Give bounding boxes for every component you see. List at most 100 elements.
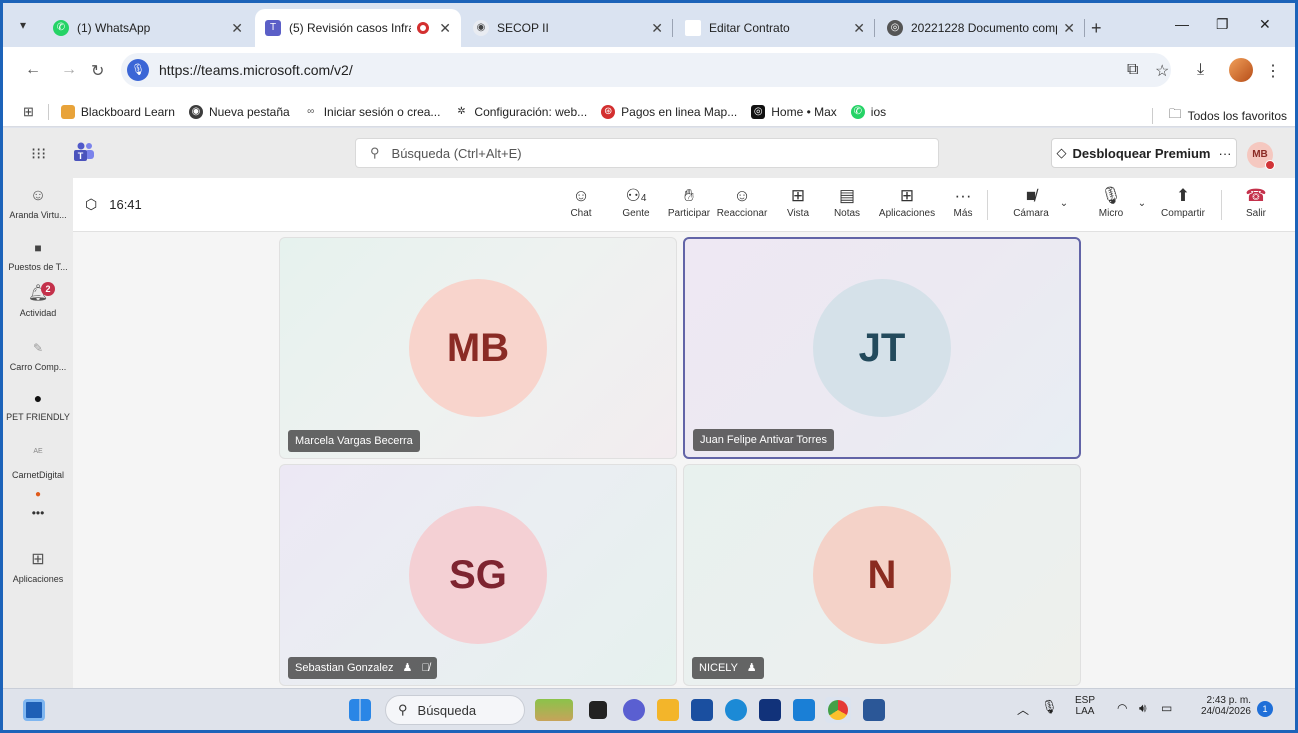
reload-icon[interactable]: ↻ bbox=[91, 61, 104, 81]
people-icon: ⚇4 bbox=[625, 186, 647, 205]
close-icon[interactable]: ✕ bbox=[231, 20, 243, 37]
browser-menu-icon[interactable]: ⋮ bbox=[1265, 61, 1281, 81]
tab-label: (1) WhatsApp bbox=[77, 21, 151, 35]
participant-tile[interactable]: MB Marcela Vargas Becerra bbox=[279, 237, 677, 459]
bookmark-blackboard[interactable]: Blackboard Learn bbox=[60, 104, 175, 119]
premium-label: Desbloquear Premium bbox=[1072, 145, 1211, 161]
tab-editar-contrato[interactable]: Editar Contrato ✕ bbox=[675, 9, 875, 47]
close-icon[interactable]: ✕ bbox=[853, 20, 865, 37]
tab-documento[interactable]: ◎ 20221228 Documento comp ✕ bbox=[877, 9, 1085, 47]
bookmark-nueva-pestana[interactable]: ◉ Nueva pestaña bbox=[188, 104, 290, 119]
share-button[interactable]: ⬆ Compartir bbox=[1153, 184, 1213, 219]
back-arrow-icon[interactable]: ← bbox=[25, 61, 41, 79]
camera-button[interactable]: ■̸ Cámara bbox=[1011, 184, 1051, 219]
tray-mic-icon[interactable]: 🎙︎ bbox=[1041, 699, 1058, 715]
task-view-app-icon[interactable] bbox=[589, 701, 607, 719]
browser-profile-avatar[interactable] bbox=[1229, 58, 1253, 82]
rail-item-more-apps[interactable]: ● ••• bbox=[3, 488, 73, 520]
teams-chat-icon[interactable] bbox=[623, 699, 645, 721]
microphone-icon: 🎙︎ bbox=[1100, 186, 1122, 205]
disney-plus-icon[interactable] bbox=[759, 699, 781, 721]
more-options-icon[interactable]: ··· bbox=[1219, 146, 1232, 161]
participant-avatar: N bbox=[813, 506, 951, 644]
apps-grid-icon[interactable]: ⊞ bbox=[23, 104, 34, 120]
hand-icon: ✋︎ bbox=[684, 186, 694, 205]
apps-button[interactable]: ⊞ Aplicaciones bbox=[875, 184, 939, 219]
more-button[interactable]: ··· Más bbox=[949, 184, 977, 219]
bookmark-star-icon[interactable]: ☆ bbox=[1155, 61, 1169, 81]
clock-time: 2:43 p. m. bbox=[1206, 695, 1251, 706]
chrome-taskbar-slot[interactable] bbox=[825, 697, 851, 723]
close-icon[interactable]: ✕ bbox=[1063, 20, 1075, 37]
bookmark-iniciar-sesion[interactable]: ∞ Iniciar sesión o crea... bbox=[304, 105, 440, 119]
notification-count[interactable]: 1 bbox=[1257, 701, 1273, 717]
participant-tile[interactable]: SG Sebastian Gonzalez ♟ 🎙̸ bbox=[279, 464, 677, 686]
leave-button[interactable]: ☎︎ Salir bbox=[1241, 184, 1271, 219]
react-button[interactable]: ☺ Reaccionar bbox=[713, 184, 771, 219]
file-explorer-icon[interactable] bbox=[657, 699, 679, 721]
tab-search-chevron-icon[interactable]: ▾ bbox=[11, 13, 35, 37]
store-icon[interactable] bbox=[691, 699, 713, 721]
task-view-icon[interactable] bbox=[23, 699, 45, 721]
rail-item-puestos[interactable]: ■ Puestos de T... bbox=[3, 238, 73, 272]
tab-whatsapp[interactable]: ✆ (1) WhatsApp ✕ bbox=[43, 9, 253, 47]
rail-item-aranda[interactable]: ☺ Aranda Virtu... bbox=[3, 186, 73, 220]
rail-item-ae[interactable]: AE bbox=[3, 448, 73, 455]
cast-icon[interactable]: ⧉ bbox=[1127, 61, 1138, 79]
mic-button[interactable]: 🎙︎ Micro bbox=[1091, 184, 1131, 219]
raise-hand-button[interactable]: ✋︎ Participar bbox=[665, 184, 713, 219]
microphone-site-icon[interactable]: 🎙 bbox=[127, 59, 149, 81]
rail-item-label: Carro Comp... bbox=[9, 362, 67, 372]
minimize-icon[interactable]: — bbox=[1175, 16, 1189, 32]
close-icon[interactable]: ✕ bbox=[651, 20, 663, 37]
volume-icon[interactable]: 🔊︎ bbox=[1139, 701, 1147, 716]
teams-search-input[interactable]: ⚲ Búsqueda (Ctrl+Alt+E) bbox=[355, 138, 939, 168]
bookmark-configuracion[interactable]: ✲ Configuración: web... bbox=[454, 105, 587, 119]
calculator-icon[interactable] bbox=[793, 699, 815, 721]
rail-item-carro[interactable]: ✎ Carro Comp... bbox=[3, 338, 73, 372]
taskbar-search[interactable]: ⚲ Búsqueda bbox=[385, 695, 525, 725]
people-button[interactable]: ⚇4 Gente bbox=[618, 184, 654, 219]
rail-item-actividad[interactable]: 🔔︎ 2 Actividad bbox=[3, 282, 73, 318]
bookmark-max[interactable]: ◎ Home • Max bbox=[751, 104, 837, 119]
bookmark-pagos[interactable]: ⊛ Pagos en linea Map... bbox=[601, 104, 737, 119]
participant-tile[interactable]: N NICELY ♟ bbox=[683, 464, 1081, 686]
participant-initials: SG bbox=[449, 553, 507, 597]
view-button[interactable]: ⊞ Vista bbox=[781, 184, 815, 219]
bookmark-ios[interactable]: ✆ ios bbox=[850, 104, 886, 119]
mic-options-chevron-icon[interactable]: ⌄ bbox=[1133, 198, 1151, 209]
window-close-icon[interactable]: ✕ bbox=[1259, 16, 1271, 33]
teams-logo-icon[interactable]: T bbox=[73, 142, 95, 162]
language-indicator[interactable]: ESP LAA bbox=[1075, 695, 1095, 717]
control-label: Más bbox=[953, 208, 973, 219]
download-icon[interactable]: ⤓ bbox=[1197, 61, 1204, 79]
edge-icon[interactable] bbox=[725, 699, 747, 721]
user-avatar[interactable]: MB bbox=[1247, 142, 1275, 170]
close-icon[interactable]: ✕ bbox=[439, 20, 451, 37]
wifi-icon[interactable]: ◠ bbox=[1117, 701, 1127, 715]
rail-item-label: PET FRIENDLY bbox=[6, 412, 70, 422]
new-tab-button[interactable]: + bbox=[1091, 18, 1102, 39]
rail-item-carnet[interactable]: CarnetDigital bbox=[3, 470, 73, 480]
all-bookmarks[interactable]: 🗀 Todos los favoritos bbox=[1151, 105, 1287, 127]
app-launcher-icon[interactable]: ⁝⁝⁝ bbox=[31, 144, 46, 164]
rail-item-aplicaciones[interactable]: ⊞ Aplicaciones bbox=[3, 550, 73, 584]
tab-secop[interactable]: ◉ SECOP II ✕ bbox=[463, 9, 673, 47]
widgets-icon[interactable] bbox=[535, 699, 573, 721]
rail-item-pet-friendly[interactable]: ● PET FRIENDLY bbox=[3, 388, 73, 422]
clock[interactable]: 2:43 p. m. 24/04/2026 bbox=[1189, 695, 1251, 717]
camera-options-chevron-icon[interactable]: ⌄ bbox=[1055, 198, 1073, 209]
unlock-premium-button[interactable]: ◇ Desbloquear Premium ··· bbox=[1051, 138, 1237, 168]
mapfre-icon: ⊛ bbox=[601, 104, 616, 119]
forward-arrow-icon[interactable]: → bbox=[61, 61, 77, 79]
battery-icon[interactable]: ▭ bbox=[1161, 701, 1172, 715]
participant-tile-active-speaker[interactable]: JT Juan Felipe Antivar Torres bbox=[683, 237, 1081, 459]
windows-start-icon[interactable] bbox=[349, 699, 371, 721]
notes-button[interactable]: ▤ Notas bbox=[830, 184, 864, 219]
restore-icon[interactable]: ❐ bbox=[1216, 16, 1229, 33]
address-bar[interactable]: 🎙 https://teams.microsoft.com/v2/ bbox=[121, 53, 1171, 87]
word-icon[interactable] bbox=[863, 699, 885, 721]
tab-teams-meeting[interactable]: T (5) Revisión casos Infrae: ✕ bbox=[255, 9, 461, 47]
tray-overflow-icon[interactable]: ︿ bbox=[1017, 701, 1029, 718]
chat-button[interactable]: ☺ Chat bbox=[565, 184, 597, 219]
